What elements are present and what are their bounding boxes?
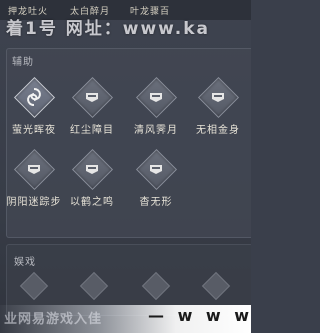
skill-diamond[interactable] xyxy=(71,76,114,119)
skill-name: 无相金身 xyxy=(196,125,240,136)
helmet-icon xyxy=(150,165,162,174)
support-skills-panel xyxy=(6,48,251,238)
skill-diamond[interactable] xyxy=(13,148,56,191)
helmet-icon xyxy=(212,93,224,102)
watermark-bottom-left: 业网易游戏入佳 xyxy=(4,312,103,327)
section-title-entertainment: 娱戏 xyxy=(14,257,36,268)
skill-slot-2[interactable]: 红尘障目 xyxy=(63,76,121,136)
swirl-icon xyxy=(27,88,41,106)
helmet-icon xyxy=(150,93,162,102)
skill-diamond[interactable] xyxy=(197,76,240,119)
watermark-top: 着1号 网址：www.ka xyxy=(6,19,211,39)
skill-name: 杳无形 xyxy=(139,197,173,208)
skill-diamond[interactable] xyxy=(13,76,56,119)
skill-name: 清风霁月 xyxy=(134,125,178,136)
skill-slot-4[interactable]: 无相金身 xyxy=(189,76,247,136)
skill-diamond[interactable] xyxy=(135,148,178,191)
helmet-icon xyxy=(86,165,98,174)
section-title-support: 辅助 xyxy=(12,57,34,68)
skill-diamond[interactable] xyxy=(135,76,178,119)
helmet-icon xyxy=(86,93,98,102)
skill-slot-7[interactable]: 杳无形 xyxy=(127,148,185,208)
helmet-icon xyxy=(28,165,40,174)
skill-name: 以鹤之鸣 xyxy=(70,197,114,208)
watermark-bottom-right: — w w w xyxy=(148,306,251,325)
skill-name: 萤光晖夜 xyxy=(12,125,56,136)
skill-slot-6[interactable]: 以鹤之鸣 xyxy=(63,148,121,208)
skill-name: 阴阳迷踪步 xyxy=(6,197,62,208)
skill-screen: 押龙吐火 太白醉月 叶龙骤百 着1号 网址：www.ka 辅助 萤光晖夜 红尘障… xyxy=(0,0,251,333)
skill-diamond[interactable] xyxy=(71,148,114,191)
skill-slot-3[interactable]: 清风霁月 xyxy=(127,76,185,136)
skill-name: 红尘障目 xyxy=(70,125,114,136)
skill-slot-1[interactable]: 萤光晖夜 xyxy=(5,76,63,136)
skill-slot-5[interactable]: 阴阳迷踪步 xyxy=(5,148,63,208)
